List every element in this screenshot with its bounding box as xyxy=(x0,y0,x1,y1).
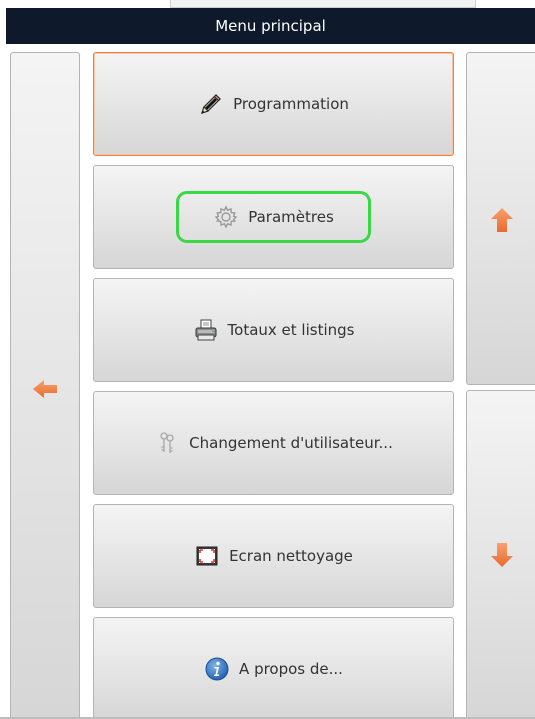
keys-icon xyxy=(154,430,180,456)
scroll-up-button[interactable] xyxy=(466,52,535,385)
window-title: Menu principal xyxy=(6,8,535,44)
menu-item-label: Paramètres xyxy=(248,208,334,226)
scroll-down-button[interactable] xyxy=(466,390,535,719)
menu-item-label: Totaux et listings xyxy=(227,321,355,339)
arrow-down-icon xyxy=(487,540,517,570)
menu-item-label: A propos de... xyxy=(239,660,343,678)
menu-item-label: Programmation xyxy=(233,95,349,113)
pencil-icon xyxy=(198,91,224,117)
info-icon xyxy=(204,656,230,682)
menu-item-programmation[interactable]: Programmation xyxy=(93,52,454,156)
menu-item-ecran-nettoyage[interactable]: Ecran nettoyage xyxy=(93,504,454,608)
main-menu-screen: Menu principal Programmation Paramètres … xyxy=(0,0,535,719)
gear-icon xyxy=(213,204,239,230)
menu-item-parametres[interactable]: Paramètres xyxy=(93,165,454,269)
arrow-up-icon xyxy=(487,205,517,235)
top-strip xyxy=(170,0,476,8)
menu-item-totaux-et-listings[interactable]: Totaux et listings xyxy=(93,278,454,382)
menu-item-label: Ecran nettoyage xyxy=(229,547,353,565)
screen-clean-icon xyxy=(194,543,220,569)
menu-item-label: Changement d'utilisateur... xyxy=(189,434,393,452)
menu-item-a-propos[interactable]: A propos de... xyxy=(93,617,454,719)
printer-icon xyxy=(193,317,219,343)
focus-ring: Paramètres xyxy=(176,191,371,243)
arrow-left-icon xyxy=(30,374,60,404)
menu-item-changement-utilisateur[interactable]: Changement d'utilisateur... xyxy=(93,391,454,495)
back-button[interactable] xyxy=(10,52,80,719)
